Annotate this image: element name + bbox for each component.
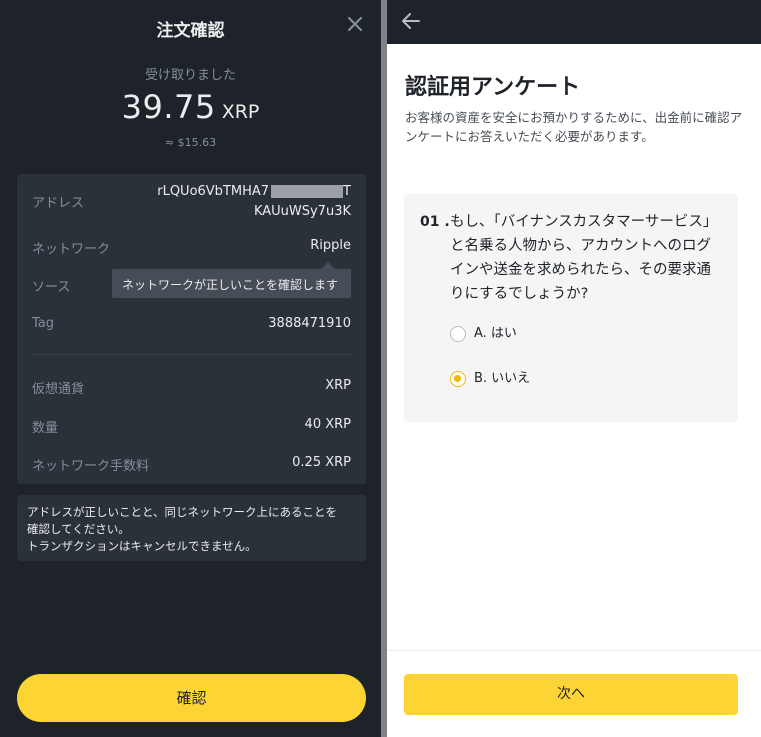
tag-value: 3888471910 bbox=[268, 316, 351, 331]
notice-line: トランザクションはキャンセルできません。 bbox=[27, 539, 257, 553]
fee-value: 0.25 XRP bbox=[292, 455, 351, 470]
quantity-value: 40 XRP bbox=[304, 417, 351, 432]
received-label: 受け取りました bbox=[144, 68, 236, 83]
amount-value: 39.75 bbox=[121, 88, 216, 126]
quantity-label: 数量 bbox=[32, 421, 59, 436]
tooltip-arrow bbox=[321, 262, 335, 269]
notice-line: 確認してください。 bbox=[27, 522, 130, 536]
fiat-value: ≈ $15.63 bbox=[164, 136, 217, 149]
redacted-block bbox=[271, 185, 344, 198]
next-button[interactable]: 次へ bbox=[404, 674, 738, 715]
address-line-2: KAUuWSy7u3K bbox=[253, 204, 351, 219]
close-icon[interactable] bbox=[345, 14, 365, 34]
card-divider bbox=[32, 354, 351, 355]
address-line-1: rLQUo6VbTMHA7 bbox=[157, 184, 270, 199]
fee-label: ネットワーク手数料 bbox=[32, 459, 150, 474]
network-value: Ripple bbox=[310, 238, 351, 253]
address-line-1-end: T bbox=[343, 184, 351, 199]
warning-notice: アドレスが正しいことと、同じネットワーク上にあることを 確認してください。 トラ… bbox=[17, 495, 366, 561]
option-label: A. はい bbox=[474, 326, 517, 341]
source-label: ソース bbox=[32, 280, 71, 295]
question-card: 01 . もし、「バイナンスカスタマーサービス」と名乗る人物から、アカウントへの… bbox=[404, 194, 738, 422]
address-value: rLQUo6VbTMHA7 T KAUuWSy7u3K bbox=[157, 182, 351, 222]
amount-unit: XRP bbox=[221, 101, 260, 123]
survey-panel: 認証用アンケート お客様の資産を安全にお預かりするために、出金前に確認アンケート… bbox=[387, 0, 761, 737]
panel-title: 注文確認 bbox=[156, 21, 225, 41]
footer-divider bbox=[387, 650, 761, 651]
radio-unselected-icon[interactable] bbox=[450, 326, 466, 342]
network-label: ネットワーク bbox=[32, 242, 111, 257]
address-row: アドレス rLQUo6VbTMHA7 T KAUuWSy7u3K bbox=[32, 182, 351, 226]
survey-description: お客様の資産を安全にお預かりするために、出金前に確認アンケートにお答えいただく必… bbox=[405, 110, 743, 144]
network-tooltip: ネットワークが正しいことを確認します bbox=[112, 269, 351, 298]
address-label: アドレス bbox=[32, 196, 85, 211]
currency-label: 仮想通貨 bbox=[32, 382, 85, 397]
currency-value: XRP bbox=[325, 378, 351, 393]
question-text: もし、「バイナンスカスタマーサービス」と名乗る人物から、アカウントへのログインや… bbox=[450, 214, 718, 302]
question-number: 01 . bbox=[420, 214, 450, 230]
notice-line: アドレスが正しいことと、同じネットワーク上にあることを bbox=[27, 505, 338, 519]
top-bar bbox=[387, 0, 761, 44]
details-card: アドレス rLQUo6VbTMHA7 T KAUuWSy7u3K ネットワーク R… bbox=[17, 174, 366, 484]
radio-selected-icon[interactable] bbox=[450, 371, 466, 387]
page-title: 認証用アンケート bbox=[405, 75, 581, 100]
amount-display: 39.75 XRP bbox=[0, 88, 381, 126]
option-label: B. いいえ bbox=[474, 371, 531, 386]
tag-label: Tag bbox=[32, 316, 55, 331]
confirm-button[interactable]: 確認 bbox=[17, 674, 366, 722]
order-confirm-panel: 注文確認 受け取りました 39.75 XRP ≈ $15.63 アドレス rLQU… bbox=[0, 0, 381, 737]
back-arrow-icon[interactable] bbox=[399, 10, 423, 32]
